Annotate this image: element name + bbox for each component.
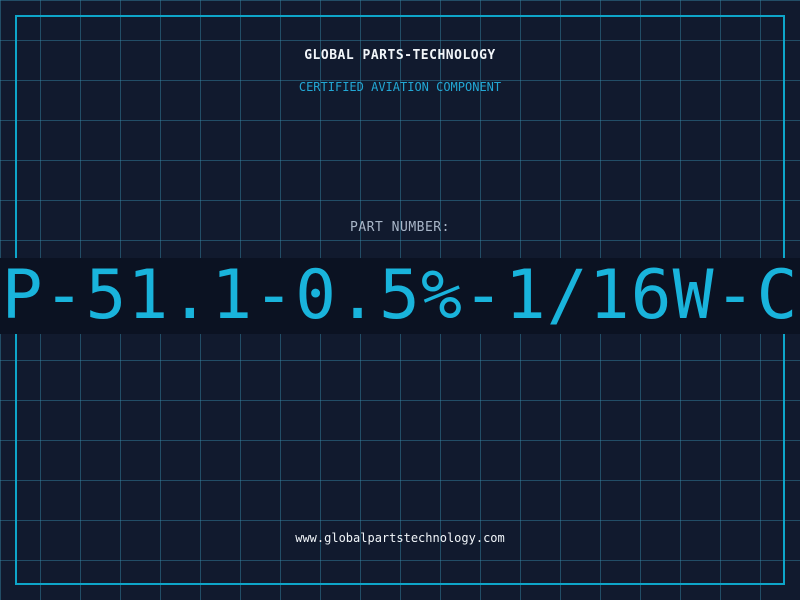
label-card: GLOBAL PARTS-TECHNOLOGY CERTIFIED AVIATI… xyxy=(0,0,800,600)
website-url: www.globalpartstechnology.com xyxy=(295,531,505,545)
certification-tagline: CERTIFIED AVIATION COMPONENT xyxy=(298,80,502,94)
part-number-value: P-51.1-0.5%-1/16W-C xyxy=(1,258,799,334)
part-number-label: PART NUMBER: xyxy=(350,220,450,235)
brand-title: GLOBAL PARTS-TECHNOLOGY xyxy=(304,48,496,63)
part-number-band: P-51.1-0.5%-1/16W-C xyxy=(0,258,800,334)
